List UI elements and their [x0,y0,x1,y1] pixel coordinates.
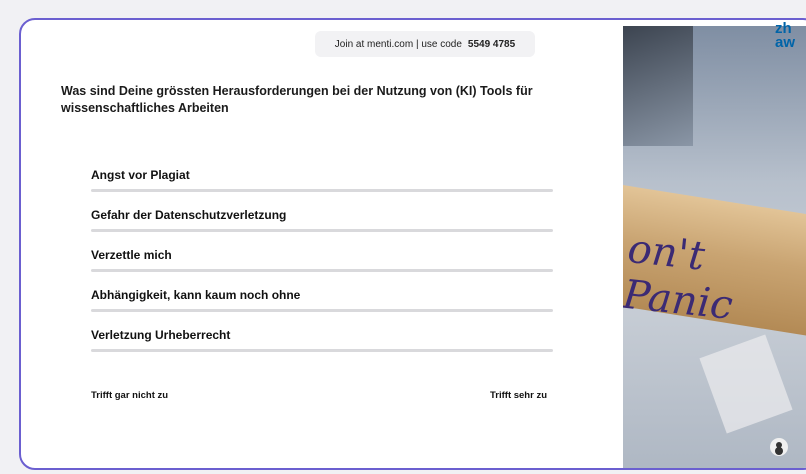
statement-item: Angst vor Plagiat [91,168,553,208]
scale-slider[interactable] [91,349,553,352]
statement-item: Gefahr der Datenschutzverletzung [91,208,553,248]
statement-label: Verletzung Urheberrecht [91,328,231,342]
scale-min-label: Trifft gar nicht zu [91,390,169,401]
scale-max-label: Trifft sehr zu [490,390,548,401]
statement-item: Abhängigkeit, kann kaum noch ohne [91,288,553,328]
statement-label: Angst vor Plagiat [91,168,190,182]
scale-slider[interactable] [91,269,553,272]
statement-label: Verzettle mich [91,248,172,262]
zhaw-logo: zh aw [775,21,796,51]
join-text: Join at menti.com | use code [334,38,462,50]
photo-text: on't Panic [623,225,735,329]
join-code: 5549 4785 [467,38,516,50]
statement-item: Verzettle mich [91,248,553,288]
scale-slider[interactable] [91,229,553,232]
statement-label: Gefahr der Datenschutzverletzung [91,208,287,222]
statement-list: Angst vor Plagiat Gefahr der Datenschutz… [91,168,553,368]
photo-background-object [623,26,693,146]
presentation-slide: Join at menti.com | use code 5549 4785 W… [19,18,806,470]
scale-slider[interactable] [91,309,553,312]
scale-slider[interactable] [91,189,553,192]
torn-paper [699,334,793,434]
slide-photo: on't Panic [623,26,806,468]
join-banner: Join at menti.com | use code 5549 4785 [315,31,535,57]
statement-item: Verletzung Urheberrecht [91,328,553,368]
participant-icon[interactable] [770,438,788,456]
logo-line-2: aw [775,34,796,51]
question-title: Was sind Deine grössten Herausforderunge… [61,84,533,115]
statement-label: Abhängigkeit, kann kaum noch ohne [91,288,301,302]
